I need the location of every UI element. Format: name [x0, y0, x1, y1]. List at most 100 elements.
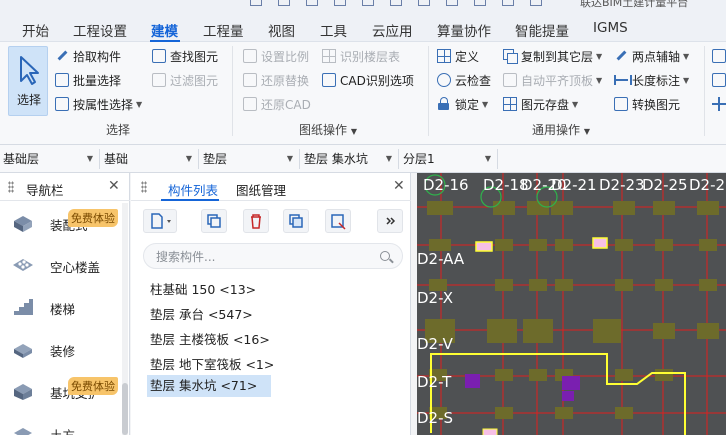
nav-scrollbar-thumb[interactable]: [122, 383, 128, 435]
filter-element-button[interactable]: 过滤图元: [152, 70, 218, 90]
menu-tools[interactable]: 工具: [320, 20, 347, 40]
component-type-select[interactable]: 垫层 ▼: [200, 149, 300, 169]
menu-start[interactable]: 开始: [22, 20, 49, 40]
copy-component-button[interactable]: [201, 209, 227, 233]
ribbon-separator: [232, 46, 233, 136]
ribbon: 选择 拾取构件 批量选择 按属性选择 ▼ 选择 查找图元 过滤图元 设置比例 识别…: [0, 42, 726, 145]
auto-level-top-button[interactable]: 自动平齐顶板 ▼: [503, 70, 602, 90]
close-icon[interactable]: ✕: [393, 178, 405, 194]
menu-igms[interactable]: IGMS: [593, 20, 628, 36]
filter-icon: [331, 214, 346, 230]
menu-view[interactable]: 视图: [268, 20, 295, 40]
more-tool-button[interactable]: [712, 46, 726, 66]
layer-select[interactable]: 分层1 ▼: [400, 149, 498, 169]
quick-access-icon[interactable]: [530, 0, 542, 6]
cad-options-button[interactable]: CAD识别选项: [322, 70, 414, 90]
component-list-panel: 构件列表 图纸管理 ✕ 柱基础 150 <13> 垫层 承台 <547>: [131, 173, 411, 435]
lock-button[interactable]: 锁定 ▼: [437, 94, 488, 114]
quick-access-icon[interactable]: [306, 0, 318, 6]
cloud-check-button[interactable]: 云检查: [437, 70, 491, 90]
nav-item-hollow-slab[interactable]: 空心楼盖: [0, 245, 122, 285]
two-point-axis-button[interactable]: 两点辅轴 ▼: [614, 46, 689, 66]
restore-replace-button[interactable]: 还原替换: [243, 70, 309, 90]
nav-item-foundation-pit[interactable]: 基坑支护 免费体验: [0, 371, 122, 411]
axis-label-left: D2-T: [417, 373, 452, 391]
define-button[interactable]: 定义: [437, 46, 479, 66]
list-item[interactable]: 垫层 地下室筏板 <1>: [147, 354, 274, 376]
quick-access-icon[interactable]: [502, 0, 514, 6]
drag-handle-icon[interactable]: [141, 181, 147, 193]
menu-collaboration[interactable]: 算量协作: [437, 20, 491, 40]
menu-modeling[interactable]: 建模: [151, 20, 178, 40]
chevron-down-icon: ▼: [286, 154, 293, 163]
length-mark-button[interactable]: 长度标注 ▼: [614, 70, 689, 90]
list-item[interactable]: 柱基础 150 <13>: [147, 279, 256, 301]
dimension-icon: [614, 73, 632, 87]
list-item[interactable]: 垫层 承台 <547>: [147, 304, 253, 326]
menu-cloud[interactable]: 云应用: [372, 20, 413, 40]
quick-access-icon[interactable]: [250, 0, 262, 6]
batch-select-button[interactable]: 批量选择: [55, 70, 121, 90]
quick-access-icon[interactable]: [362, 0, 374, 6]
quick-access-icon[interactable]: [334, 0, 346, 6]
menu-bar: 开始 工程设置 建模 工程量 视图 工具 云应用 算量协作 智能提量 IGMS: [0, 8, 726, 42]
axis-label-left: D2-AA: [417, 250, 465, 268]
cursor-arrow-icon: [20, 56, 39, 85]
tab-component-list[interactable]: 构件列表: [168, 180, 218, 199]
quick-access-icon[interactable]: [446, 0, 458, 6]
delete-component-button[interactable]: [243, 209, 269, 233]
menu-smart-extract[interactable]: 智能提量: [515, 20, 569, 40]
component-search[interactable]: [143, 243, 403, 269]
new-component-button[interactable]: [143, 209, 177, 233]
category-select[interactable]: 基础 ▼: [101, 149, 199, 169]
chevron-down-icon: ▼: [385, 154, 392, 163]
set-scale-button[interactable]: 设置比例: [243, 46, 309, 66]
move-tool-button[interactable]: [712, 94, 726, 114]
drag-handle-icon[interactable]: [8, 181, 14, 193]
identify-floor-table-button[interactable]: 识别楼层表: [322, 46, 400, 66]
axis-label-top: D2-23: [599, 176, 645, 194]
axis-icon: [614, 49, 628, 63]
floor-select[interactable]: 基础层 ▼: [0, 149, 100, 169]
find-element-button[interactable]: 查找图元: [152, 46, 218, 66]
chevron-down-icon: ▼: [596, 75, 603, 85]
convert-element-button[interactable]: 转换图元: [614, 94, 680, 114]
chevron-down-icon: ▼: [683, 75, 690, 85]
layer-copy-button[interactable]: [283, 209, 309, 233]
component-select[interactable]: 垫层 集水坑 ▼: [301, 149, 399, 169]
copy-icon: [207, 214, 221, 228]
menu-project-settings[interactable]: 工程设置: [73, 20, 127, 40]
quick-access-icon[interactable]: [390, 0, 402, 6]
close-icon[interactable]: ✕: [108, 178, 120, 194]
cad-drawing[interactable]: D2-16 D2-18 D2-20 D2-21 D2-23 D2-25 D2-2…: [417, 173, 726, 435]
foundation-pit-icon: [14, 384, 32, 400]
define-icon: [437, 49, 451, 63]
component-search-input[interactable]: [156, 248, 366, 266]
select-by-attribute-button[interactable]: 按属性选择 ▼: [55, 94, 142, 114]
quick-access-icon[interactable]: [418, 0, 430, 6]
find-icon: [152, 49, 166, 63]
more-tool-button[interactable]: [712, 70, 726, 90]
pick-component-button[interactable]: 拾取构件: [55, 46, 121, 66]
chevron-down-icon: ▼: [484, 154, 491, 163]
nav-item-prefab[interactable]: 装配式 免费体验: [0, 203, 122, 243]
quick-access-icon[interactable]: [278, 0, 290, 6]
list-item[interactable]: 垫层 主楼筏板 <16>: [147, 329, 270, 351]
tab-drawing-management[interactable]: 图纸管理: [236, 180, 286, 199]
filter-component-button[interactable]: [325, 209, 351, 233]
nav-item-decoration[interactable]: 装修: [0, 329, 122, 369]
search-icon[interactable]: [380, 251, 390, 261]
trash-icon: [251, 214, 261, 229]
restore-cad-button[interactable]: 还原CAD: [243, 94, 311, 114]
copy-to-floor-button[interactable]: 复制到其它层 ▼: [503, 46, 602, 66]
select-button[interactable]: 选择: [8, 46, 48, 116]
expand-toolbar-button[interactable]: [377, 209, 403, 233]
menu-quantity[interactable]: 工程量: [203, 20, 244, 40]
nav-item-earthwork[interactable]: 土方: [0, 413, 122, 435]
save-element-button[interactable]: 图元存盘 ▼: [503, 94, 578, 114]
drawing-canvas[interactable]: D2-16 D2-18 D2-20 D2-21 D2-23 D2-25 D2-2…: [417, 173, 726, 435]
save-element-icon: [503, 97, 517, 111]
nav-item-stairs[interactable]: 楼梯: [0, 287, 122, 327]
list-item-selected[interactable]: 垫层 集水坑 <71>: [147, 375, 271, 397]
quick-access-icon[interactable]: [474, 0, 486, 6]
